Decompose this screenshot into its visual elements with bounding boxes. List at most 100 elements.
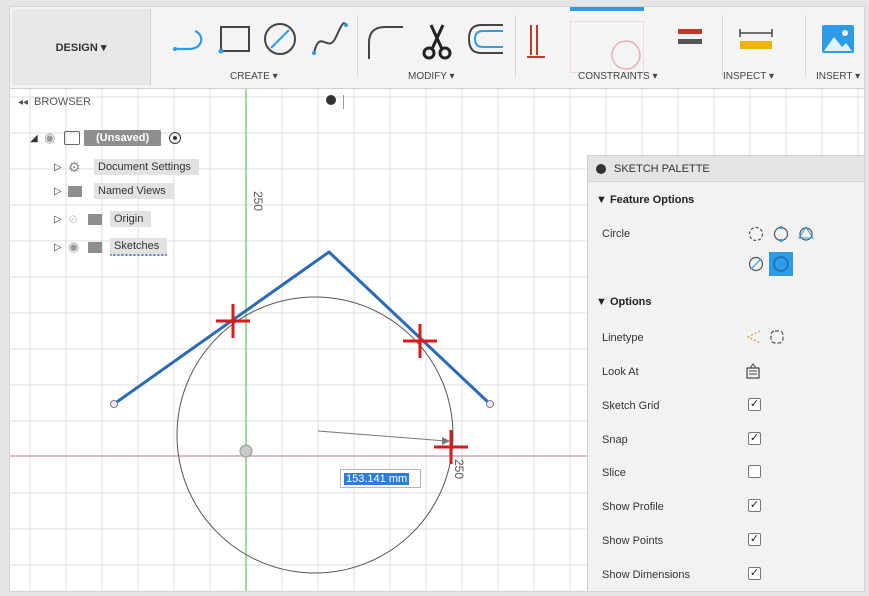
dimension-value[interactable]: 153.141 mm	[344, 472, 410, 485]
look-at-label: Look At	[602, 366, 639, 378]
three-tangent-circle-icon[interactable]	[769, 252, 793, 276]
active-tab-indicator	[570, 7, 644, 11]
workspace-design-button[interactable]: DESIGN ▾	[12, 9, 151, 85]
browser-item-named-views[interactable]: ▷ Named Views	[54, 181, 174, 201]
expand-triangle-icon[interactable]: ▷	[54, 186, 68, 197]
origin-point[interactable]	[239, 444, 253, 458]
sketch-polyline[interactable]	[113, 250, 492, 406]
browser-item-label: Sketches	[110, 238, 168, 256]
circle-option-label: Circle	[602, 228, 631, 240]
inspect-menu[interactable]: INSPECT ▾	[723, 71, 774, 82]
spline-icon[interactable]	[310, 21, 350, 57]
insert-image-icon[interactable]	[820, 21, 856, 57]
slice-checkbox[interactable]	[748, 465, 761, 478]
center-diameter-circle-icon[interactable]	[747, 225, 765, 243]
radius-arrowhead	[442, 437, 450, 445]
constraints-menu[interactable]: CONSTRAINTS ▾	[578, 71, 657, 82]
dimension-input[interactable]: 153.141 mm	[340, 469, 421, 488]
show-profile-row: Show Profile ✓	[602, 497, 852, 517]
visibility-eye-icon[interactable]: ◉	[68, 239, 88, 255]
dimension-label-horizontal: 250	[452, 459, 466, 479]
show-points-row: Show Points ✓	[602, 531, 852, 551]
rectangle-icon[interactable]	[215, 21, 255, 57]
root-label[interactable]: (Unsaved)	[84, 130, 162, 146]
construction-linetype-icon[interactable]	[744, 328, 762, 346]
create-menu[interactable]: CREATE ▾	[230, 71, 278, 82]
show-dimensions-label: Show Dimensions	[602, 569, 691, 581]
expand-triangle-icon[interactable]: ▷	[54, 162, 68, 173]
browser-header[interactable]: ◂◂ BROWSER	[10, 91, 355, 113]
equal-constraint-icon[interactable]	[676, 21, 704, 51]
insert-menu[interactable]: INSERT ▾	[816, 71, 860, 82]
expand-triangle-icon[interactable]: ▷	[54, 242, 68, 253]
browser-item-label: Named Views	[94, 183, 174, 199]
browser-pin-icon[interactable]	[326, 95, 336, 105]
browser-resize-handle[interactable]	[343, 95, 344, 109]
sketch-circle[interactable]	[176, 296, 454, 574]
toolbar-divider	[722, 15, 723, 77]
measure-icon[interactable]	[738, 21, 774, 57]
linetype-label: Linetype	[602, 332, 644, 344]
expand-triangle-icon[interactable]: ▷	[54, 214, 68, 225]
show-points-label: Show Points	[602, 535, 664, 547]
browser-item-document-settings[interactable]: ▷ ⚙ Document Settings	[54, 157, 199, 177]
folder-icon	[88, 213, 102, 225]
snap-label: Snap	[602, 434, 628, 446]
browser-item-label: Origin	[110, 211, 152, 227]
fillet-icon[interactable]	[365, 21, 405, 61]
look-at-icon[interactable]	[744, 362, 762, 380]
endpoint-right[interactable]	[486, 400, 494, 408]
show-dimensions-row: Show Dimensions ✓	[602, 565, 852, 585]
palette-title: SKETCH PALETTE	[614, 162, 710, 175]
folder-icon	[88, 241, 102, 253]
look-at-row: Look At	[602, 362, 852, 382]
tangent-marker-1	[216, 304, 250, 338]
folder-icon	[68, 185, 82, 197]
radius-arrow-line	[317, 430, 447, 442]
line-icon[interactable]	[173, 21, 213, 57]
tangent-marker-2	[403, 324, 437, 358]
feature-options-heading[interactable]: ▼ Feature Options	[596, 194, 694, 206]
activate-radio-icon[interactable]	[169, 132, 182, 144]
sketch-grid-checkbox[interactable]: ✓	[748, 398, 761, 411]
toolbar-divider	[805, 15, 806, 77]
snap-checkbox[interactable]: ✓	[748, 432, 761, 445]
two-point-circle-icon[interactable]	[772, 225, 790, 243]
palette-collapse-icon[interactable]	[596, 163, 606, 174]
modify-menu[interactable]: MODIFY ▾	[408, 71, 455, 82]
browser-item-sketches[interactable]: ▷ ◉ Sketches	[54, 237, 168, 257]
toolbar: DESIGN ▾ CREATE ▾ MODIFY ▾ CONSTRAINTS ▾…	[10, 7, 864, 89]
two-tangent-circle-icon[interactable]	[747, 255, 765, 273]
trim-icon[interactable]	[417, 21, 457, 61]
browser-item-label: Document Settings	[94, 159, 199, 175]
slice-label: Slice	[602, 467, 626, 479]
browser-title: BROWSER	[34, 96, 91, 108]
collapse-browser-icon[interactable]: ◂◂	[18, 97, 28, 108]
workspace-design-label: DESIGN ▾	[55, 41, 107, 54]
sketch-palette: SKETCH PALETTE ▼ Feature Options Circle …	[587, 155, 864, 591]
visibility-eye-icon[interactable]: ◉	[44, 130, 64, 146]
three-point-circle-icon[interactable]	[797, 225, 815, 243]
collapse-triangle-icon[interactable]: ◢	[30, 133, 44, 144]
coincident-constraint-icon[interactable]	[525, 21, 551, 61]
options-heading[interactable]: ▼ Options	[596, 296, 652, 308]
show-profile-checkbox[interactable]: ✓	[748, 499, 761, 512]
slice-row: Slice	[602, 463, 852, 483]
sketch-grid-label: Sketch Grid	[602, 400, 660, 412]
circle-icon[interactable]	[260, 21, 300, 57]
centerline-linetype-icon[interactable]	[768, 328, 786, 346]
show-dimensions-checkbox[interactable]: ✓	[748, 567, 761, 580]
browser-root-item[interactable]: ◢ ◉ (Unsaved)	[30, 128, 182, 148]
palette-header[interactable]: SKETCH PALETTE	[588, 156, 864, 182]
hidden-eye-icon[interactable]: ⊘	[68, 212, 88, 226]
gear-icon: ⚙	[68, 158, 81, 175]
show-profile-label: Show Profile	[602, 501, 664, 513]
offset-icon[interactable]	[465, 21, 505, 57]
browser-item-origin[interactable]: ▷ ⊘ Origin	[54, 209, 152, 229]
endpoint-left[interactable]	[110, 400, 118, 408]
show-points-checkbox[interactable]: ✓	[748, 533, 761, 546]
fusion-window: 250 250 153.141 mm DESIGN ▾ CREATE ▾ MOD…	[9, 6, 865, 592]
snap-row: Snap ✓	[602, 430, 852, 450]
toolbar-divider	[357, 15, 358, 77]
tangent-constraint-icon[interactable]	[570, 21, 644, 73]
